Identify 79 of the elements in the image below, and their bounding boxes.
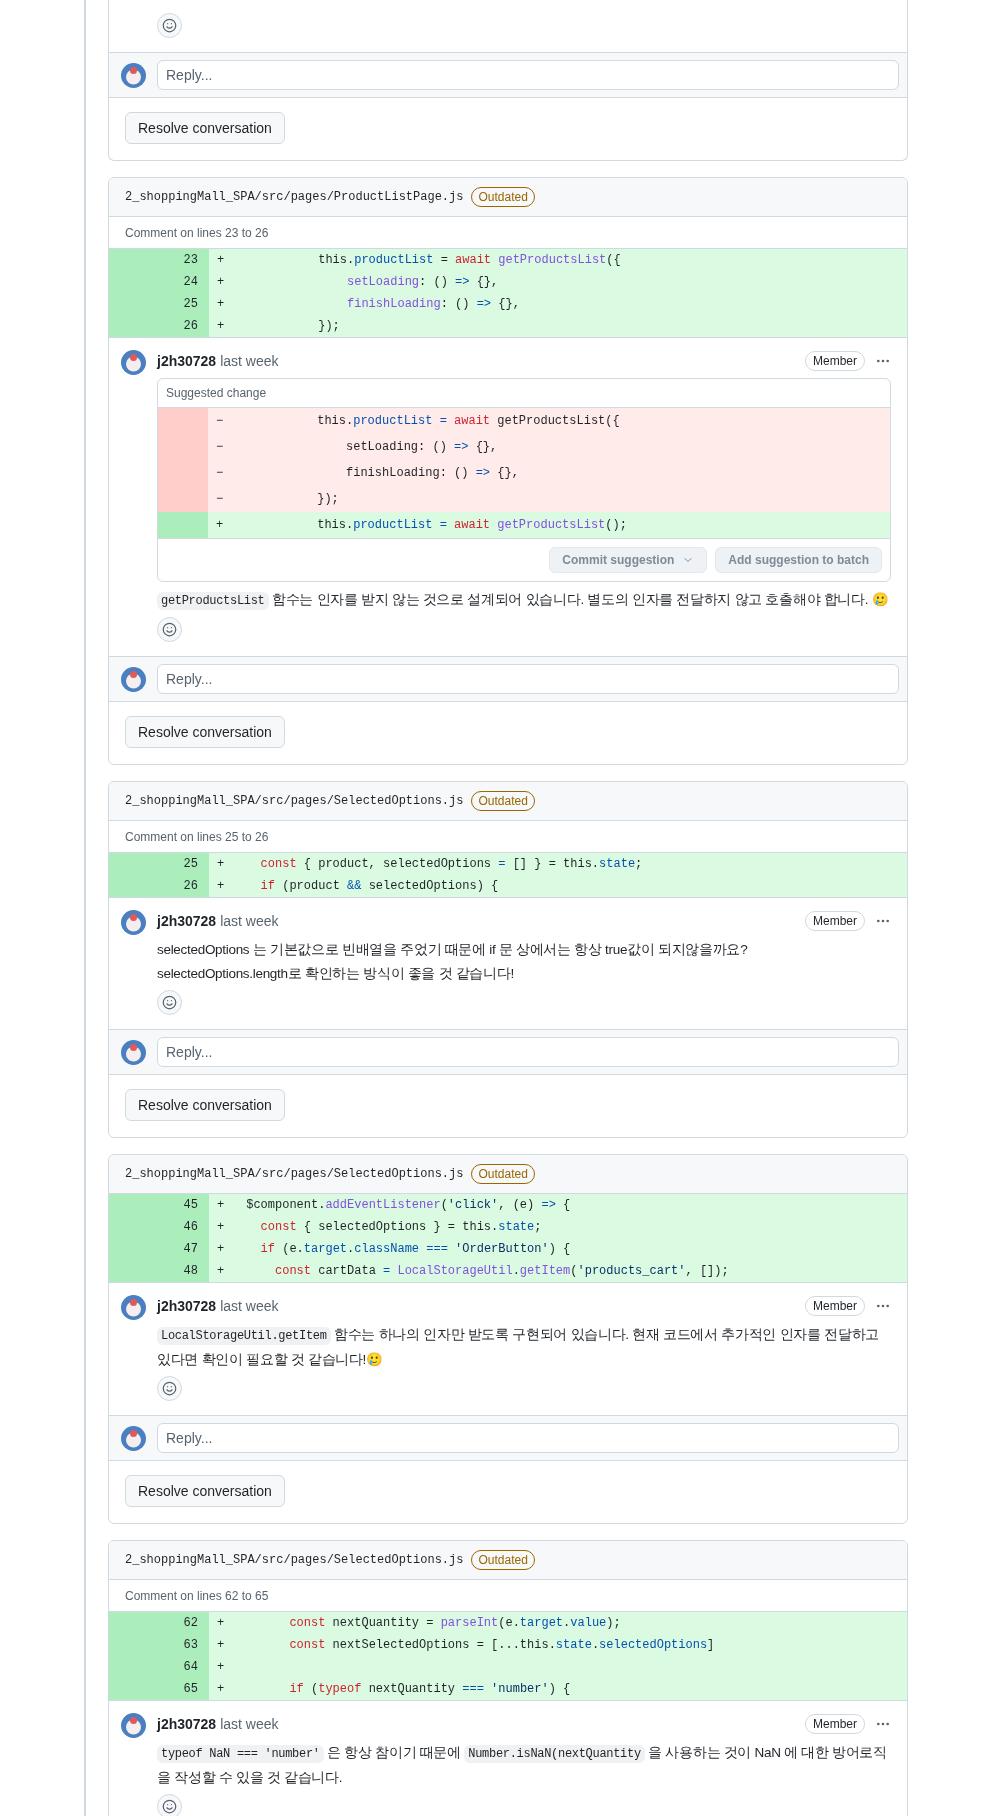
code-line: this.productList = await getProductsList();: [316, 517, 627, 534]
reply-field[interactable]: Reply...: [157, 664, 899, 694]
code-line: if (product && selectedOptions) {: [259, 878, 499, 895]
diff-sign: −: [216, 491, 225, 508]
code-line: setLoading: () => {},: [345, 439, 498, 456]
code-line: const { selectedOptions } = this.state;: [259, 1219, 542, 1236]
comment-text: LocalStorageUtil.getItem 함수는 하나의 인자만 받도록 구현되어 있습니다. 현재 코드에서 추가적인 인자를 전달하고 있다면 확인이 필요할 것 같습니다!🥲: [157, 1326, 880, 1369]
line-range-caption: Comment on lines 25 to 26: [125, 828, 269, 846]
diff-sign: −: [216, 413, 225, 430]
diff-sign: −: [216, 465, 225, 482]
line-number: 24: [109, 271, 209, 293]
reply-field[interactable]: Reply...: [157, 1423, 899, 1453]
diff-sign: +: [217, 252, 226, 269]
comment-text: selectedOptions 는 기본값으로 빈배열을 주었기 때문에 if 문 상에서는 항상 true값이 되지않을까요? selectedOptions.length로 확인하는 방식이 좋을 것 같습니다!: [157, 941, 749, 983]
diff-sign: +: [217, 1241, 226, 1258]
line-number: 23: [109, 249, 209, 271]
diff-sign: +: [217, 1219, 226, 1236]
code-line: this.productList = await getProductsList({: [317, 252, 621, 269]
line-number: 63: [109, 1634, 209, 1656]
line-number: 64: [109, 1656, 209, 1678]
comment-time[interactable]: last week: [220, 350, 279, 372]
code-line: const nextSelectedOptions = [...this.state.selectedOptions]: [288, 1637, 715, 1654]
code-line: this.productList = await getProductsList({: [316, 413, 620, 430]
diff-sign: +: [217, 1637, 226, 1654]
line-number: 25: [109, 853, 209, 875]
reply-field[interactable]: Reply...: [157, 1037, 899, 1067]
code-line: const { product, selectedOptions = [] } = this.state;: [259, 856, 643, 873]
comment-text: getProductsList 함수는 인자를 받지 않는 것으로 설계되어 있습니다. 별도의 인자를 전달하지 않고 호출해야 합니다. 🥲: [157, 588, 891, 613]
line-number: 65: [109, 1678, 209, 1700]
diff-sign: +: [217, 878, 226, 895]
code-line: const cartData = LocalStorageUtil.getItem('products_cart', []);: [274, 1263, 729, 1280]
code-line: });: [317, 318, 340, 335]
file-path[interactable]: 2_shoppingMall_SPA/src/pages/SelectedOptions.js: [125, 792, 464, 810]
comment-time[interactable]: last week: [220, 1713, 279, 1735]
diff-sign: +: [217, 1681, 226, 1698]
line-number: 26: [109, 315, 209, 337]
resolve-conversation-button[interactable]: Resolve conversation: [125, 716, 285, 748]
resolve-conversation-button[interactable]: Resolve conversation: [125, 1089, 285, 1121]
code-line: if (typeof nextQuantity === 'number') {: [288, 1681, 571, 1698]
file-path[interactable]: 2_shoppingMall_SPA/src/pages/SelectedOptions.js: [125, 1551, 464, 1569]
file-path[interactable]: 2_shoppingMall_SPA/src/pages/SelectedOptions.js: [125, 1165, 464, 1183]
code-line: finishLoading: () => {},: [345, 465, 519, 482]
comment-time[interactable]: last week: [220, 910, 279, 932]
diff-sign: +: [217, 1615, 226, 1632]
author-name[interactable]: j2h30728: [157, 1295, 217, 1317]
diff-sign: +: [217, 1263, 226, 1280]
line-range-caption: Comment on lines 62 to 65: [125, 1587, 269, 1605]
code-line: $component.addEventListener('click', (e) => {: [245, 1197, 571, 1214]
line-number: 45: [109, 1194, 209, 1216]
file-path[interactable]: 2_shoppingMall_SPA/src/pages/ProductListPage.js: [125, 188, 464, 206]
reply-field[interactable]: Reply...: [157, 60, 899, 90]
line-number: 25: [109, 293, 209, 315]
suggestion-title: Suggested change: [166, 385, 267, 402]
code-line: if (e.target.className === 'OrderButton') {: [259, 1241, 571, 1258]
code-line: setLoading: () => {},: [346, 274, 499, 291]
comment-text: typeof NaN === 'number' 은 항상 참이기 때문에 Number.isNaN(nextQuantity 을 사용하는 것이 NaN 에 대한 방어로직을 작성할 수 있을 것 같습니다.: [157, 1744, 888, 1787]
code-line: });: [316, 491, 339, 508]
code-line: const nextQuantity = parseInt(e.target.value);: [288, 1615, 621, 1632]
comment-time[interactable]: last week: [220, 1295, 279, 1317]
line-number: 26: [109, 875, 209, 897]
line-number: 48: [109, 1260, 209, 1282]
code-line: finishLoading: () => {},: [346, 296, 520, 313]
diff-sign: +: [217, 296, 226, 313]
line-number: 62: [109, 1612, 209, 1634]
line-number: 47: [109, 1238, 209, 1260]
diff-sign: +: [217, 1197, 226, 1214]
diff-sign: +: [217, 856, 226, 873]
resolve-conversation-button[interactable]: Resolve conversation: [125, 112, 285, 144]
diff-sign: −: [216, 439, 225, 456]
line-range-caption: Comment on lines 23 to 26: [125, 224, 269, 242]
diff-sign: +: [217, 1659, 226, 1676]
diff-sign: +: [216, 517, 225, 534]
author-name[interactable]: j2h30728: [157, 350, 217, 372]
line-number: 46: [109, 1216, 209, 1238]
author-name[interactable]: j2h30728: [157, 1713, 217, 1735]
diff-sign: +: [217, 318, 226, 335]
resolve-conversation-button[interactable]: Resolve conversation: [125, 1475, 285, 1507]
author-name[interactable]: j2h30728: [157, 910, 217, 932]
diff-sign: +: [217, 274, 226, 291]
